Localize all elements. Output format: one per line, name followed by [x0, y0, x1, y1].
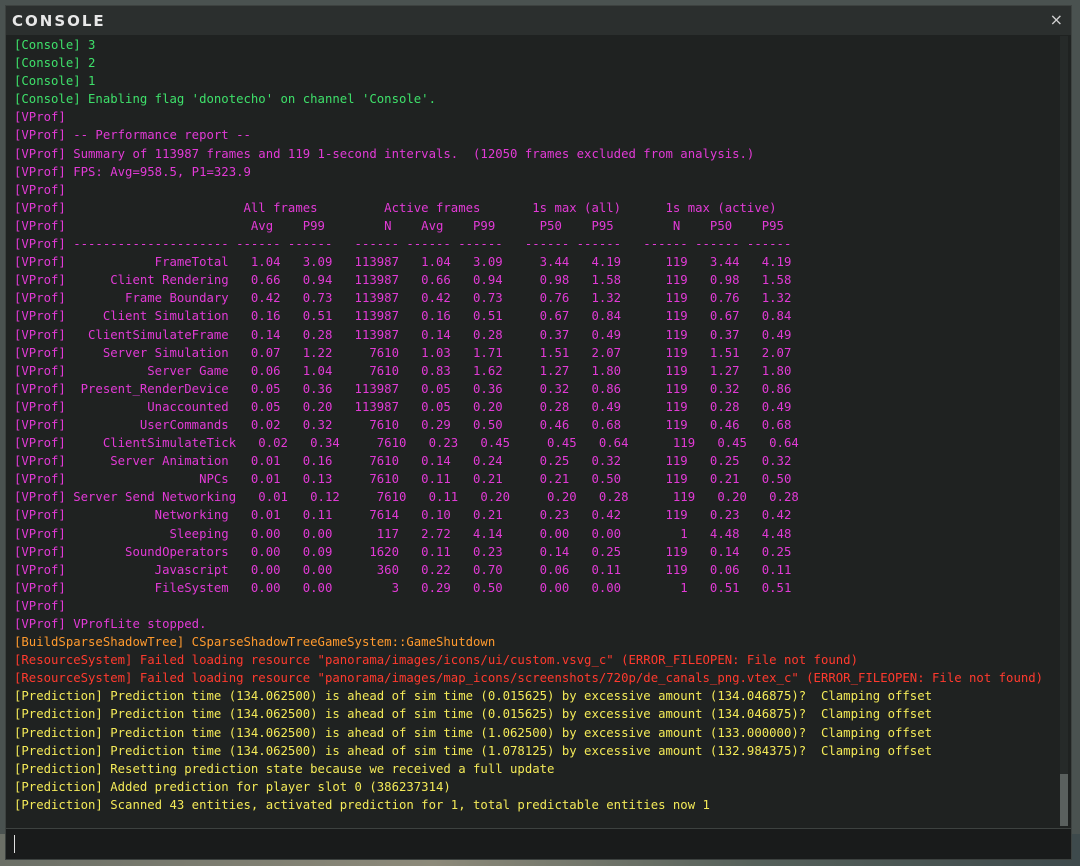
log-line: [VProf] Avg P99 N Avg P99 P50 P95 N P50 …	[14, 218, 784, 233]
log-scrollbar-thumb[interactable]	[1060, 774, 1068, 826]
log-line: [VProf] Present_RenderDevice 0.05 0.36 1…	[14, 381, 792, 396]
log-line: [Console] Enabling flag 'donotecho' on c…	[14, 92, 436, 107]
log-line: [VProf] Client Rendering 0.66 0.94 11398…	[14, 273, 792, 288]
close-icon[interactable]: ×	[1050, 10, 1063, 29]
console-input-row	[6, 828, 1071, 859]
log-line: [Prediction] Scanned 43 entities, activa…	[14, 797, 710, 812]
log-line: [VProf] --------------------- ------ ---…	[14, 237, 792, 252]
log-line: [VProf] -- Performance report --	[14, 128, 251, 143]
log-line: [VProf] Server Simulation 0.07 1.22 7610…	[14, 345, 792, 360]
log-line: [VProf] Unaccounted 0.05 0.20 113987 0.0…	[14, 399, 792, 414]
log-line: [VProf] Client Simulation 0.16 0.51 1139…	[14, 309, 792, 324]
log-line: [VProf] NPCs 0.01 0.13 7610 0.11 0.21 0.…	[14, 472, 792, 487]
log-line: [VProf] Server Game 0.06 1.04 7610 0.83 …	[14, 363, 792, 378]
log-line: [VProf] UserCommands 0.02 0.32 7610 0.29…	[14, 417, 792, 432]
console-window: CONSOLE × [Console] 3 [Console] 2 [Console…	[5, 5, 1072, 860]
log-line: [VProf] FPS: Avg=958.5, P1=323.9	[14, 164, 251, 179]
console-command-input[interactable]	[12, 833, 1066, 855]
log-line: [VProf] VProfLite stopped.	[14, 617, 207, 631]
log-line: [ResourceSystem] Failed loading resource…	[14, 653, 858, 668]
log-line: [Prediction] Prediction time (134.062500…	[14, 743, 933, 758]
log-line: [VProf] ClientSimulateTick 0.02 0.34 761…	[14, 436, 799, 451]
log-line: [VProf] Javascript 0.00 0.00 360 0.22 0.…	[14, 562, 792, 577]
log-line: [VProf] Summary of 113987 frames and 119…	[14, 146, 755, 161]
log-line: [Prediction] Prediction time (134.062500…	[14, 725, 933, 740]
log-line: [VProf] Frame Boundary 0.42 0.73 113987 …	[14, 291, 792, 306]
log-line: [VProf] FileSystem 0.00 0.00 3 0.29 0.50…	[14, 580, 792, 595]
log-line: [VProf] Networking 0.01 0.11 7614 0.10 0…	[14, 508, 792, 523]
console-titlebar[interactable]: CONSOLE ×	[6, 6, 1071, 35]
log-line: [Console] 2	[14, 56, 96, 71]
log-line: [VProf]	[14, 598, 66, 613]
log-line: [Prediction] Prediction time (134.062500…	[14, 689, 933, 704]
log-line: [VProf] ClientSimulateFrame 0.14 0.28 11…	[14, 327, 792, 342]
log-line: [VProf]	[14, 182, 66, 197]
log-line: [VProf] FrameTotal 1.04 3.09 113987 1.04…	[14, 255, 792, 270]
log-line: [Prediction] Added prediction for player…	[14, 779, 451, 794]
text-caret	[14, 835, 15, 853]
log-line: [VProf] Server Send Networking 0.01 0.12…	[14, 490, 799, 505]
log-line: [VProf] SoundOperators 0.00 0.09 1620 0.…	[14, 544, 792, 559]
log-line: [VProf] All frames Active frames 1s max …	[14, 200, 777, 215]
log-line: [BuildSparseShadowTree] CSparseShadowTre…	[14, 635, 496, 650]
log-scrollbar-track[interactable]	[1060, 36, 1068, 826]
log-line: [Prediction] Prediction time (134.062500…	[14, 707, 933, 722]
log-line: [Console] 1	[14, 74, 96, 89]
log-line: [VProf] Server Animation 0.01 0.16 7610 …	[14, 454, 792, 469]
log-line: [Prediction] Resetting prediction state …	[14, 761, 555, 776]
log-line: [VProf]	[14, 110, 66, 125]
console-log-output: [Console] 3 [Console] 2 [Console] 1 [Consol…	[14, 36, 1054, 826]
log-line: [VProf] Sleeping 0.00 0.00 117 2.72 4.14…	[14, 526, 792, 541]
log-line: [Console] 3	[14, 38, 96, 52]
log-line: [ResourceSystem] Failed loading resource…	[14, 671, 1044, 686]
console-title: CONSOLE	[12, 12, 106, 30]
